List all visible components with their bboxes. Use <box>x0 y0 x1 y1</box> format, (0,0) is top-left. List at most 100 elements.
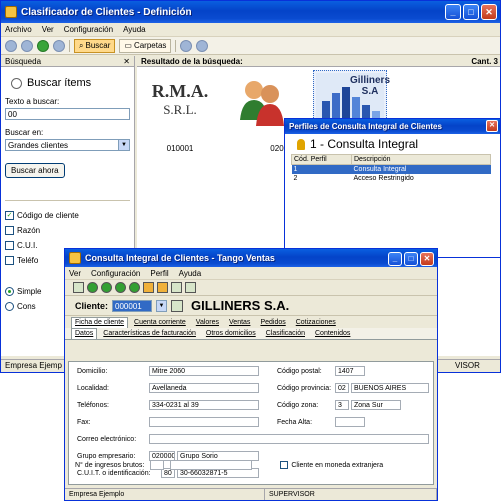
result-item[interactable]: R.M.A. S.R.L. 010001 <box>145 81 215 153</box>
export-icon[interactable] <box>171 282 182 293</box>
carpetas-label: Carpetas <box>133 41 167 50</box>
search-in-select[interactable]: Grandes clientes ▼ <box>5 139 130 151</box>
table-cell: 1 <box>291 164 352 174</box>
print-icon[interactable] <box>157 282 168 293</box>
correo-field[interactable] <box>149 434 429 444</box>
close-panel-icon[interactable]: ✕ <box>123 57 130 66</box>
tab-cotizaciones[interactable]: Cotizaciones <box>292 317 340 328</box>
clasificador-title-bar[interactable]: Clasificador de Clientes - Definición _ … <box>1 1 500 23</box>
radio-selected[interactable] <box>5 286 14 296</box>
perfiles-title-bar[interactable]: Perfiles de Consulta Integral de Cliente… <box>285 119 500 134</box>
checkbox[interactable] <box>5 255 14 265</box>
perfiles-table: Cód. Perfil Descripción 1 Consulta Integ… <box>291 154 491 183</box>
close-button[interactable]: ✕ <box>481 4 497 20</box>
postal-label: Código postal: <box>277 368 322 375</box>
tab-cuenta-corriente[interactable]: Cuenta corriente <box>130 317 190 328</box>
check-label: Código de cliente <box>17 210 79 220</box>
tab-datos[interactable]: Datos <box>71 328 98 339</box>
minimize-button[interactable]: _ <box>388 252 402 266</box>
zona-name-field[interactable]: Zona Sur <box>351 400 401 410</box>
radio[interactable] <box>5 301 14 311</box>
localidad-field[interactable]: Avellaneda <box>149 383 259 393</box>
menu-configuracion[interactable]: Configuración <box>64 25 113 34</box>
back-icon[interactable] <box>5 39 17 52</box>
tab-otros-domicilios[interactable]: Otros domicilios <box>202 328 260 339</box>
fecha-alta-field[interactable] <box>335 417 365 427</box>
checkbox[interactable] <box>5 240 14 250</box>
previous-record-icon[interactable] <box>101 282 112 293</box>
fax-field[interactable] <box>149 417 259 427</box>
status-company: Empresa Ejemplo <box>65 489 265 500</box>
buscar-button[interactable]: ⌕ Buscar <box>74 38 116 53</box>
help-icon[interactable] <box>185 282 196 293</box>
telefonos-field[interactable]: 334-0231 al 39 <box>149 400 259 410</box>
moneda-label: Cliente en moneda extranjera <box>291 461 384 469</box>
maximize-button[interactable]: □ <box>463 4 479 20</box>
correo-label: Correo electrónico: <box>77 436 137 443</box>
tab-facturacion[interactable]: Características de facturación <box>99 328 200 339</box>
column-header[interactable]: Cód. Perfil <box>291 154 352 165</box>
magnifier-icon <box>11 77 22 89</box>
results-title: Resultado de la búsqueda: <box>141 56 243 66</box>
go-icon[interactable] <box>37 39 49 52</box>
cliente-code-input[interactable]: 000001 <box>112 299 153 312</box>
fax-label: Fax: <box>77 419 91 426</box>
table-row[interactable]: 1 Consulta Integral <box>291 164 491 174</box>
provincia-code-field[interactable]: 02 <box>335 383 349 393</box>
postal-field[interactable]: 1407 <box>335 366 365 376</box>
result-code: 010001 <box>166 144 194 153</box>
zona-code-field[interactable]: 3 <box>335 400 349 410</box>
chevron-down-icon[interactable]: ▼ <box>156 299 168 312</box>
refresh-icon[interactable] <box>143 282 154 293</box>
check-label: Teléfo <box>17 255 39 265</box>
checkbox[interactable] <box>280 461 289 469</box>
tab-ficha[interactable]: Ficha de cliente <box>71 317 129 328</box>
next-record-icon[interactable] <box>115 282 126 293</box>
check-razon[interactable]: Razón <box>5 224 130 236</box>
checkbox-checked[interactable]: ✓ <box>5 210 14 220</box>
lookup-icon[interactable] <box>171 299 184 312</box>
carpetas-button[interactable]: ▭ Carpetas <box>119 38 172 53</box>
help-icon[interactable] <box>196 39 209 52</box>
check-codigo[interactable]: ✓ Código de cliente <box>5 209 130 221</box>
first-record-icon[interactable] <box>87 282 98 293</box>
buscar-ahora-button[interactable]: Buscar ahora <box>5 163 65 178</box>
menu-configuracion[interactable]: Configuración <box>91 269 140 278</box>
up-icon[interactable] <box>53 39 65 52</box>
tab-valores[interactable]: Valores <box>192 317 223 328</box>
menu-ayuda[interactable]: Ayuda <box>123 25 146 34</box>
tab-ventas[interactable]: Ventas <box>225 317 254 328</box>
forward-icon[interactable] <box>21 39 33 52</box>
search-text-input[interactable]: 00 <box>5 108 130 120</box>
moneda-extranjera-check[interactable]: Cliente en moneda extranjera <box>280 461 383 469</box>
check-label: Razón <box>17 225 41 235</box>
column-header[interactable]: Descripción <box>351 154 491 165</box>
menu-ver[interactable]: Ver <box>42 25 54 34</box>
tab-contenidos[interactable]: Contenidos <box>311 328 354 339</box>
menu-perfil[interactable]: Perfil <box>150 269 168 278</box>
search-panel-header: Búsqueda ✕ <box>1 56 134 67</box>
save-icon[interactable] <box>73 282 84 293</box>
ingresos-field[interactable] <box>170 460 253 470</box>
provincia-name-field[interactable]: BUENOS AIRES <box>351 383 429 393</box>
tab-clasificacion[interactable]: Clasificación <box>262 328 309 339</box>
last-record-icon[interactable] <box>129 282 140 293</box>
domicilio-field[interactable]: Mitre 2060 <box>149 366 259 376</box>
tab-pedidos[interactable]: Pedidos <box>256 317 289 328</box>
close-button[interactable]: ✕ <box>420 252 434 266</box>
maximize-button[interactable]: □ <box>404 252 418 266</box>
table-row[interactable]: 2 Acceso Restringido <box>292 174 491 183</box>
menu-ver[interactable]: Ver <box>69 269 81 278</box>
minimize-button[interactable]: _ <box>445 4 461 20</box>
chevron-down-icon[interactable]: ▼ <box>118 140 129 150</box>
close-icon[interactable]: ✕ <box>486 120 498 132</box>
views-icon[interactable] <box>180 39 193 52</box>
ingresos-type-field[interactable] <box>150 460 165 470</box>
consulta-title-bar[interactable]: Consulta Integral de Clientes - Tango Ve… <box>65 249 437 267</box>
menu-bar: Archivo Ver Configuración Ayuda <box>1 23 500 37</box>
menu-archivo[interactable]: Archivo <box>5 25 32 34</box>
rma-logo-line1: R.M.A. <box>151 81 209 101</box>
menu-ayuda[interactable]: Ayuda <box>179 269 202 278</box>
checkbox[interactable] <box>5 225 14 235</box>
check-label: C.U.I. <box>17 240 38 250</box>
